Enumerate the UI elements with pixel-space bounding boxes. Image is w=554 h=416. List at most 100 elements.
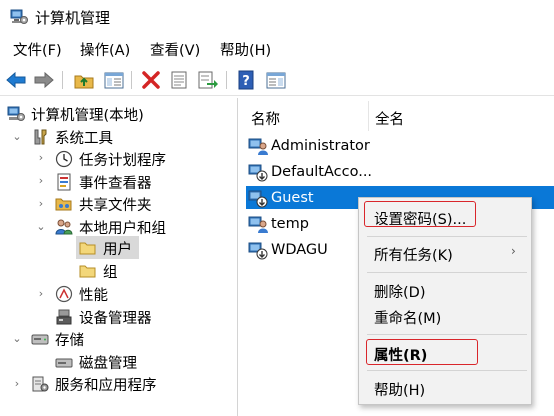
- delete-button[interactable]: [139, 68, 163, 92]
- tree-item-label: 存储: [55, 332, 84, 349]
- tree-item-system-tools[interactable]: 系统工具: [31, 126, 113, 148]
- properties-button[interactable]: [167, 68, 191, 92]
- help-button[interactable]: ?: [234, 68, 258, 92]
- user-name: temp: [271, 215, 309, 232]
- forward-arrow-icon: [34, 71, 54, 89]
- tree-item-label: 系统工具: [55, 130, 113, 147]
- show-action-pane-icon: [266, 72, 286, 89]
- column-header-fullname[interactable]: 全名: [375, 108, 404, 129]
- chevron-right-icon[interactable]: ›: [36, 175, 46, 186]
- menu-separator: [367, 370, 527, 371]
- tree-item-disk-management[interactable]: 磁盘管理: [55, 351, 137, 373]
- chevron-down-icon[interactable]: ⌄: [36, 221, 46, 232]
- delete-icon: [142, 71, 160, 89]
- tree-item-local-users-groups[interactable]: 本地用户和组: [55, 216, 166, 238]
- submenu-arrow-icon: ›: [511, 244, 516, 258]
- tree-item-shared-folders[interactable]: 共享文件夹: [55, 193, 152, 215]
- performance-icon: [55, 285, 73, 303]
- back-arrow-icon: [6, 71, 26, 89]
- list-item-user[interactable]: Administrator: [246, 134, 370, 157]
- tree-item-task-scheduler[interactable]: 任务计划程序: [55, 148, 166, 170]
- computer-management-icon: [10, 9, 28, 24]
- folder-icon: [79, 265, 96, 278]
- up-folder-icon: [74, 75, 94, 89]
- user-icon: [248, 216, 268, 233]
- tree-item-computer-management[interactable]: 计算机管理(本地): [7, 103, 144, 125]
- menu-help[interactable]: 帮助(H): [220, 39, 271, 60]
- up-button[interactable]: [72, 68, 96, 92]
- tree-item-label: 磁盘管理: [79, 355, 137, 372]
- menu-item-help[interactable]: 帮助(H): [374, 379, 425, 400]
- list-item-user[interactable]: temp: [246, 212, 309, 235]
- shared-folder-icon: [55, 198, 72, 211]
- user-name: Guest: [271, 189, 314, 206]
- toolbar-separator: [62, 71, 63, 89]
- tree-item-label: 设备管理器: [79, 310, 152, 327]
- toolbar: ?: [0, 64, 554, 96]
- users-groups-icon: [55, 219, 73, 235]
- tree-item-users[interactable]: 用户: [79, 237, 132, 259]
- tree-item-groups[interactable]: 组: [79, 260, 118, 282]
- chevron-right-icon[interactable]: ›: [36, 288, 46, 299]
- column-divider[interactable]: [368, 101, 369, 131]
- show-hide-console-tree-icon: [104, 72, 124, 89]
- device-manager-icon: [56, 309, 72, 325]
- tree-item-label: 本地用户和组: [79, 220, 166, 237]
- export-list-icon: [198, 71, 218, 89]
- tree-item-label: 性能: [79, 287, 108, 304]
- folder-icon: [79, 242, 96, 255]
- tree-item-event-viewer[interactable]: 事件查看器: [55, 171, 152, 193]
- toolbar-separator: [226, 71, 227, 89]
- tree-item-label: 服务和应用程序: [55, 377, 157, 394]
- user-name: Administrator: [271, 137, 370, 154]
- tree-item-performance[interactable]: 性能: [55, 283, 108, 305]
- context-menu: 设置密码(S)... 所有任务(K) › 删除(D) 重命名(M) 属性(R) …: [358, 197, 532, 405]
- menu-view[interactable]: 查看(V): [150, 39, 200, 60]
- list-item-user[interactable]: WDAGU: [246, 238, 328, 261]
- clock-icon: [55, 150, 73, 168]
- tree-item-services-applications[interactable]: 服务和应用程序: [31, 373, 157, 395]
- event-viewer-icon: [57, 173, 71, 191]
- disabled-user-icon: [248, 190, 268, 207]
- menu-separator: [367, 272, 527, 273]
- menu-item-delete[interactable]: 删除(D): [374, 281, 425, 302]
- menu-action[interactable]: 操作(A): [80, 39, 130, 60]
- disabled-user-icon: [248, 242, 268, 259]
- highlight-box-set-password: [364, 201, 476, 227]
- menu-file[interactable]: 文件(F): [13, 39, 62, 60]
- toolbar-separator: [131, 71, 132, 89]
- export-list-button[interactable]: [196, 68, 220, 92]
- tree-item-storage[interactable]: 存储: [31, 328, 84, 350]
- computer-management-icon: [7, 106, 25, 121]
- show-hide-tree-button[interactable]: [102, 68, 126, 92]
- tree-item-label: 共享文件夹: [79, 197, 152, 214]
- column-header-name[interactable]: 名称: [251, 108, 280, 129]
- chevron-right-icon[interactable]: ›: [36, 198, 46, 209]
- properties-icon: [171, 71, 187, 89]
- user-name: DefaultAcco...: [271, 163, 373, 180]
- chevron-right-icon[interactable]: ›: [12, 378, 22, 389]
- menu-item-all-tasks[interactable]: 所有任务(K): [374, 244, 453, 265]
- forward-button[interactable]: [32, 68, 56, 92]
- chevron-down-icon[interactable]: ⌄: [12, 131, 22, 142]
- menu-separator: [367, 334, 527, 335]
- chevron-right-icon[interactable]: ›: [36, 152, 46, 163]
- list-item-user[interactable]: DefaultAcco...: [246, 160, 372, 183]
- menu-item-rename[interactable]: 重命名(M): [374, 307, 441, 328]
- disabled-user-icon: [248, 164, 268, 181]
- help-icon: ?: [238, 70, 254, 90]
- title-bar: 计算机管理: [0, 0, 554, 34]
- storage-icon: [31, 334, 49, 345]
- tree-item-label: 计算机管理(本地): [31, 107, 144, 124]
- tree-item-label: 用户: [103, 241, 132, 258]
- show-action-pane-button[interactable]: [264, 68, 288, 92]
- window-title: 计算机管理: [35, 9, 111, 27]
- disk-management-icon: [55, 358, 73, 368]
- back-button[interactable]: [4, 68, 28, 92]
- tree-item-label: 事件查看器: [79, 175, 152, 192]
- tree-item-label: 组: [103, 264, 118, 281]
- svg-text:?: ?: [242, 74, 250, 89]
- tree-item-device-manager[interactable]: 设备管理器: [55, 306, 152, 328]
- chevron-down-icon[interactable]: ⌄: [12, 333, 22, 344]
- menu-separator: [367, 236, 527, 237]
